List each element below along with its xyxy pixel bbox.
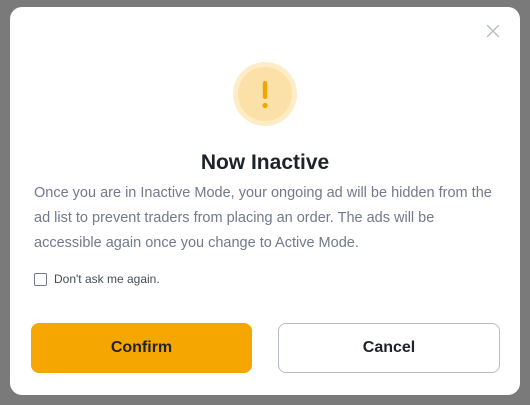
- inactive-mode-dialog: Now Inactive Once you are in Inactive Mo…: [10, 7, 520, 395]
- confirm-button[interactable]: Confirm: [31, 323, 252, 373]
- dont-ask-again-option[interactable]: Don't ask me again.: [34, 271, 160, 287]
- exclamation-icon: [262, 81, 268, 109]
- dont-ask-again-label: Don't ask me again.: [54, 272, 160, 286]
- dont-ask-again-checkbox[interactable]: [34, 272, 47, 286]
- close-icon: [486, 24, 500, 38]
- cancel-button[interactable]: Cancel: [278, 323, 500, 373]
- warning-badge: [233, 62, 297, 126]
- dialog-message: Once you are in Inactive Mode, your ongo…: [34, 185, 492, 251]
- dialog-title: Now Inactive: [200, 151, 330, 174]
- close-button[interactable]: [486, 24, 500, 38]
